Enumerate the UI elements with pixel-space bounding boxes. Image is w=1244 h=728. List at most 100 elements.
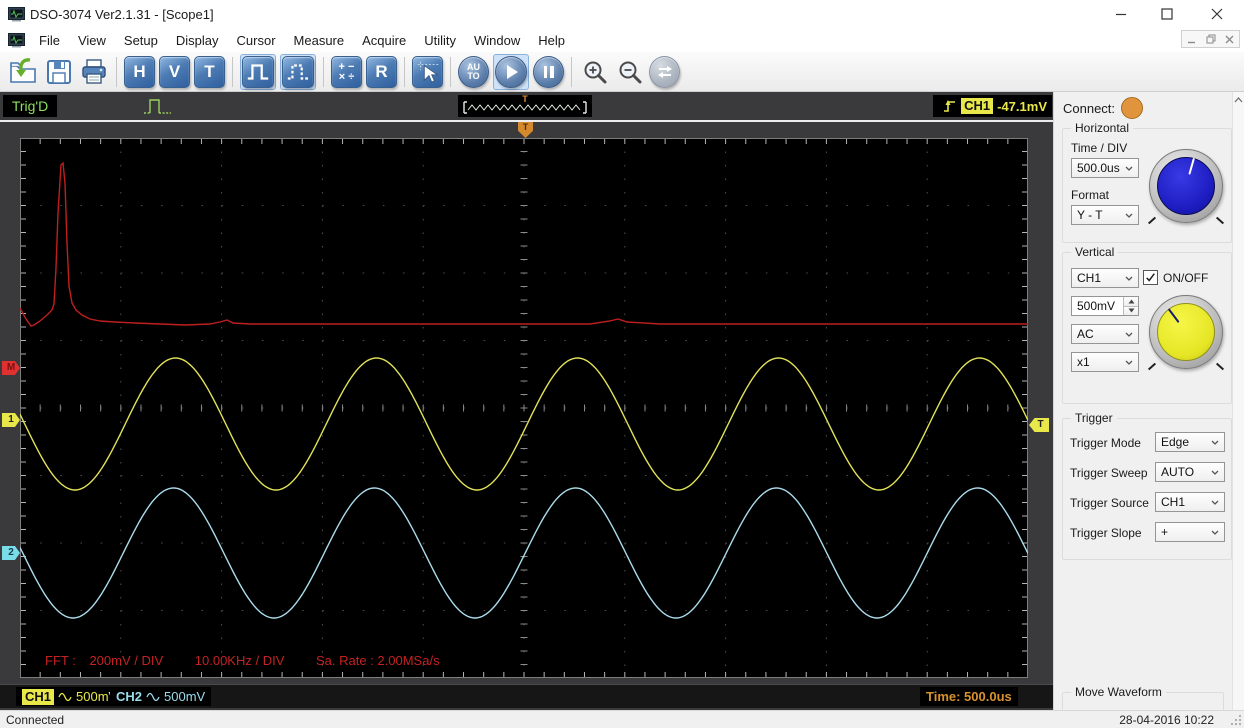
time-div-select[interactable]: 500.0us — [1071, 158, 1139, 178]
zoom-out-button[interactable] — [614, 56, 645, 87]
cursor-measure-button[interactable] — [412, 55, 443, 88]
ch1-badge: CH1 — [22, 688, 55, 705]
reference-button[interactable]: R — [366, 55, 397, 88]
vertical-scale-knob[interactable] — [1147, 295, 1225, 371]
mdi-window-buttons — [1181, 30, 1240, 48]
pulse-dashed-button[interactable] — [280, 53, 316, 90]
print-button[interactable] — [78, 56, 109, 87]
close-button[interactable] — [1190, 0, 1244, 28]
run-button[interactable] — [493, 53, 529, 90]
title-bar: DSO-3074 Ver2.1.31 - [Scope1] — [0, 0, 1244, 28]
toolbar-separator — [571, 56, 572, 87]
panel-scrollbar[interactable] — [1232, 92, 1244, 710]
channel-onoff[interactable]: ON/OFF — [1143, 270, 1208, 285]
toolbar-separator — [450, 56, 451, 87]
menu-acquire[interactable]: Acquire — [353, 30, 415, 51]
menu-view[interactable]: View — [69, 30, 115, 51]
trigger-level-value: -47.1mV — [997, 98, 1047, 114]
trigger-time-marker[interactable]: T — [518, 122, 533, 138]
format-select[interactable]: Y - T — [1071, 205, 1139, 225]
floppy-disk-icon — [46, 59, 71, 84]
app-icon — [8, 7, 25, 22]
stepper-down-button[interactable] — [1124, 305, 1138, 315]
timebase-knob[interactable] — [1147, 149, 1225, 225]
pulse-wave-icon — [247, 63, 269, 80]
math-operators-icon: + − × ÷ — [331, 55, 362, 88]
chevron-down-icon — [1125, 166, 1133, 171]
knob-tick — [1215, 362, 1225, 371]
ch2-coupling-icon — [146, 692, 160, 701]
strip-divider — [0, 120, 1053, 122]
ch2-zero-marker[interactable]: 2 — [2, 546, 20, 560]
horizontal-group-title: Horizontal — [1071, 121, 1134, 135]
mdi-close-button[interactable] — [1220, 31, 1239, 47]
horizontal-group: Horizontal Time / DIV 500.0us Format Y -… — [1062, 121, 1232, 243]
menu-utility[interactable]: Utility — [415, 30, 465, 51]
trigger-mode-button[interactable]: T — [194, 55, 225, 88]
chevron-down-icon — [1125, 332, 1133, 337]
pause-button[interactable] — [533, 55, 564, 88]
menu-setup[interactable]: Setup — [115, 30, 167, 51]
mdi-minimize-button[interactable] — [1182, 31, 1201, 47]
open-button[interactable] — [8, 56, 39, 87]
trigger-sweep-select[interactable]: AUTO — [1155, 462, 1225, 482]
trigger-mode-select[interactable]: Edge — [1155, 432, 1225, 452]
toolbar: H V T + − × ÷ R AUTO — [0, 52, 1244, 92]
sync-button[interactable] — [649, 55, 680, 88]
maximize-button[interactable] — [1144, 0, 1190, 28]
minimize-button[interactable] — [1098, 0, 1144, 28]
trigger-status-badge: Trig'D — [3, 95, 57, 117]
channel-select[interactable]: CH1 — [1071, 268, 1139, 288]
menu-help[interactable]: Help — [529, 30, 574, 51]
mdi-restore-button[interactable] — [1201, 31, 1220, 47]
mdi-minimize-icon — [1188, 41, 1195, 43]
ch2-scale-readout[interactable]: CH2 500mV — [110, 687, 212, 706]
menu-cursor[interactable]: Cursor — [228, 30, 285, 51]
vertical-knob-face — [1157, 303, 1215, 361]
math-button[interactable]: + − × ÷ — [331, 55, 362, 88]
menu-window[interactable]: Window — [465, 30, 529, 51]
scope-status-strip: Trig'D T CH1 -47.1mV — [0, 92, 1053, 120]
trigger-group: Trigger Trigger Mode Edge Trigger Sweep … — [1062, 411, 1232, 560]
coupling-select[interactable]: AC — [1071, 324, 1139, 344]
ch1-scale-readout[interactable]: CH1 500mV — [16, 687, 124, 706]
menu-file[interactable]: File — [30, 30, 69, 51]
waveform-position-preview[interactable]: T — [458, 94, 592, 117]
channel-bar: CH1 500mV CH2 500mV Time: 500.0us — [0, 684, 1053, 708]
control-panel: Connect: Horizontal Time / DIV 500.0us F… — [1053, 92, 1244, 728]
trigger-sweep-label: Trigger Sweep — [1070, 466, 1148, 480]
volts-div-stepper[interactable]: 500mV — [1071, 296, 1139, 316]
scope-display-area: Trig'D T CH1 -47.1mV T M 1 2 T FFT: 200… — [0, 92, 1053, 710]
chevron-down-icon — [1125, 213, 1133, 218]
maximize-icon — [1161, 8, 1173, 20]
trigger-group-title: Trigger — [1071, 411, 1117, 425]
trigger-readout: CH1 -47.1mV — [933, 95, 1052, 117]
menu-measure[interactable]: Measure — [285, 30, 354, 51]
vertical-mode-button[interactable]: V — [159, 55, 190, 88]
trigger-level-marker[interactable]: T — [1029, 418, 1049, 432]
fft-readout: FFT : 200mV / DIV 10.00KHz / DIV Sa. Rat… — [45, 653, 440, 668]
arrow-down-icon — [1128, 308, 1134, 313]
stepper-up-button[interactable] — [1124, 297, 1138, 306]
auto-setup-button[interactable]: AUTO — [458, 55, 489, 88]
menu-bar: File View Setup Display Cursor Measure A… — [0, 28, 1244, 52]
trigger-source-select[interactable]: CH1 — [1155, 492, 1225, 512]
ch1-zero-marker[interactable]: 1 — [2, 413, 20, 427]
pulse-indicator-icon — [144, 99, 171, 114]
resize-grip[interactable] — [1230, 714, 1242, 726]
close-icon — [1211, 8, 1223, 20]
trigger-source-badge: CH1 — [961, 98, 994, 114]
save-button[interactable] — [43, 56, 74, 87]
horizontal-mode-button[interactable]: H — [124, 55, 155, 88]
pulse-solid-button[interactable] — [240, 53, 276, 90]
time-div-label: Time / DIV — [1071, 141, 1128, 155]
rising-edge-icon — [944, 100, 956, 112]
fft-trace-marker[interactable]: M — [2, 361, 20, 375]
probe-select[interactable]: x1 — [1071, 352, 1139, 372]
vertical-group: Vertical CH1 ON/OFF 500mV AC x1 — [1062, 245, 1232, 404]
knob-tick — [1215, 216, 1225, 225]
trigger-slope-select[interactable]: + — [1155, 522, 1225, 542]
menu-display[interactable]: Display — [167, 30, 228, 51]
magnifier-minus-icon — [619, 61, 641, 83]
zoom-in-button[interactable] — [579, 56, 610, 87]
